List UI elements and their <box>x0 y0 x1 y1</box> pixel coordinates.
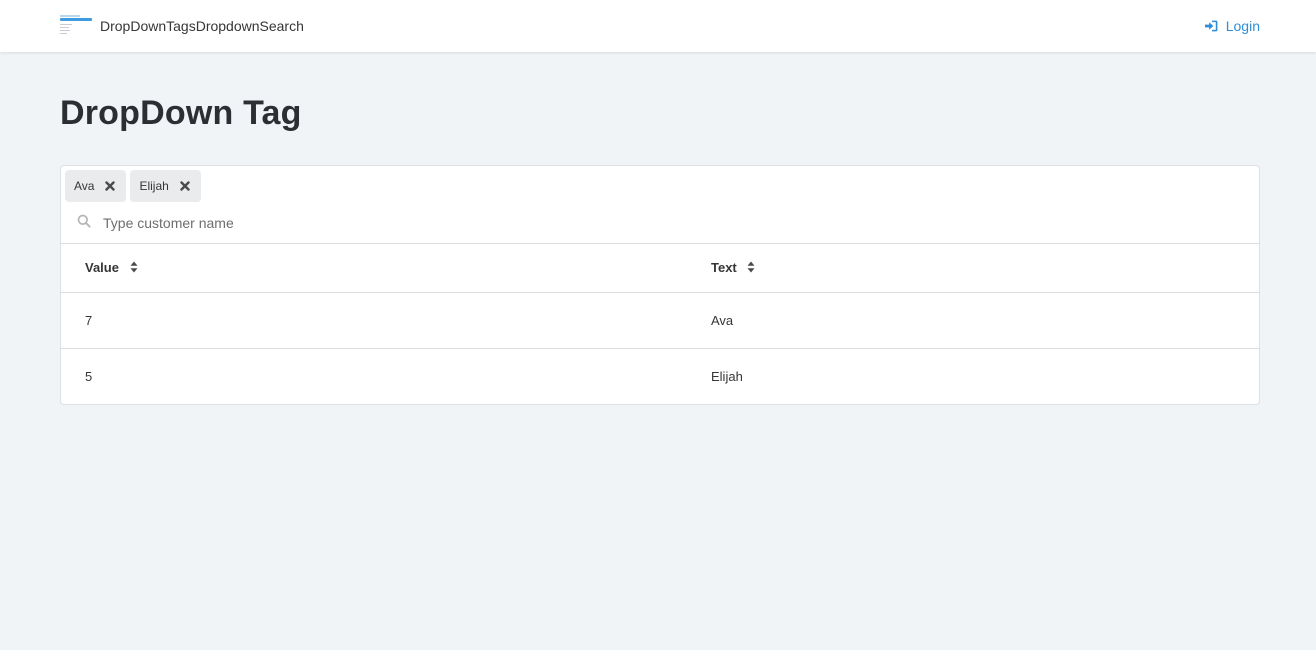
cell-value: 7 <box>61 292 687 349</box>
column-header-text[interactable]: Text <box>687 244 1259 293</box>
selected-tags: Ava Elijah <box>65 170 1255 203</box>
sort-icon[interactable] <box>747 261 755 276</box>
search-row <box>65 203 1255 243</box>
brand[interactable]: DropDownTagsDropdownSearch <box>60 15 304 37</box>
column-header-value[interactable]: Value <box>61 244 687 293</box>
cell-text: Ava <box>687 292 1259 349</box>
close-icon[interactable] <box>105 181 116 191</box>
table-header-row: Value Text <box>61 244 1259 293</box>
tag-chip: Ava <box>65 170 127 202</box>
customer-search-input[interactable] <box>101 214 701 232</box>
app-logo-icon <box>60 15 92 37</box>
cell-value: 5 <box>85 368 93 384</box>
table-row: 7 Ava <box>61 292 1259 349</box>
close-icon[interactable] <box>180 181 190 191</box>
main-content: DropDown Tag Ava Elijah Type customer na… <box>0 52 1316 405</box>
brand-name: DropDownTagsDropdownSearch <box>100 18 304 34</box>
login-button[interactable]: Login <box>1204 18 1260 34</box>
sort-icon[interactable] <box>130 261 138 276</box>
login-label: Login <box>1225 18 1260 34</box>
cell-text: Elijah <box>711 368 743 384</box>
column-label: Value <box>85 259 119 275</box>
page-title: DropDown Tag <box>60 94 302 132</box>
search-icon <box>77 214 91 233</box>
results-table: Value Text 7 Ava 5 Elijah <box>61 244 1259 404</box>
top-navbar: DropDownTagsDropdownSearch Login <box>0 0 1316 52</box>
tag-selector[interactable]: Ava Elijah <box>61 166 1259 244</box>
tag-label: Ava <box>74 179 95 193</box>
tag-label: Elijah <box>139 179 169 193</box>
dropdown-tag-panel: Ava Elijah Type customer name Value Text… <box>60 165 1260 405</box>
sign-in-icon <box>1204 20 1218 32</box>
tag-chip: Elijah <box>130 170 201 202</box>
table-row: 5 Elijah <box>61 348 1259 404</box>
column-label: Text <box>711 259 737 275</box>
